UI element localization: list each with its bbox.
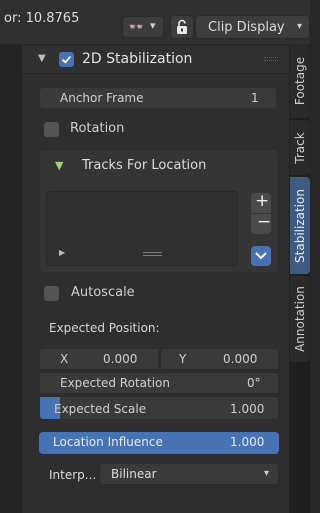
left-strip <box>0 44 22 513</box>
glasses-icon: 👓 <box>128 20 145 35</box>
chevron-down-icon: ▾ <box>264 468 270 479</box>
list-resize-grip[interactable] <box>143 252 162 256</box>
expected-rotation-field[interactable]: Expected Rotation 0° <box>39 372 279 394</box>
drag-handle-icon[interactable] <box>264 57 278 61</box>
tracks-menu-button[interactable] <box>251 246 271 266</box>
rotation-label: Rotation <box>70 121 125 136</box>
tab-track[interactable]: Track <box>289 120 310 175</box>
tab-footage-label: Footage <box>293 56 307 106</box>
triangle-down-icon[interactable]: ▼ <box>55 159 63 172</box>
expected-position-x-field[interactable]: X 0.000 <box>39 348 159 370</box>
chevron-down-icon: ▾ <box>297 21 303 32</box>
stabilization-enable-checkbox[interactable] <box>59 52 74 67</box>
expected-rotation-value: 0° <box>247 376 261 390</box>
panel-title: 2D Stabilization <box>82 51 193 67</box>
minus-icon: − <box>257 212 272 232</box>
interpolate-value: Bilinear <box>111 467 157 481</box>
expected-position-y-field[interactable]: Y 0.000 <box>160 348 279 370</box>
location-influence-slider[interactable]: Location Influence 1.000 <box>39 432 279 454</box>
anchor-frame-value: 1 <box>251 91 259 105</box>
expected-rotation-label: Expected Rotation <box>60 376 170 390</box>
add-track-button[interactable]: + <box>251 191 271 213</box>
interpolate-dropdown[interactable]: Bilinear ▾ <box>99 463 279 485</box>
clip-display-label: Clip Display <box>208 20 285 35</box>
expected-scale-label: Expected Scale <box>54 402 147 416</box>
tab-track-label: Track <box>293 131 307 164</box>
interpolate-label: Interp... <box>49 468 97 482</box>
anchor-frame-field[interactable]: Anchor Frame 1 <box>39 87 277 109</box>
triangle-down-icon[interactable]: ▼ <box>38 53 46 64</box>
chevron-down-icon: ▾ <box>150 19 156 32</box>
view-toggle-dropdown[interactable]: 👓 ▾ <box>122 16 164 38</box>
tab-footage[interactable]: Footage <box>289 44 310 118</box>
autoscale-checkbox[interactable] <box>44 286 59 301</box>
x-value: 0.000 <box>103 352 138 366</box>
location-influence-value: 1.000 <box>230 435 265 449</box>
expected-scale-value: 1.000 <box>230 402 265 416</box>
x-axis-label: X <box>60 352 69 366</box>
lock-button[interactable] <box>170 15 194 39</box>
remove-track-button[interactable]: − <box>251 212 272 234</box>
plus-icon: + <box>255 191 270 211</box>
location-influence-label: Location Influence <box>53 435 163 449</box>
y-value: 0.000 <box>223 352 258 366</box>
tab-annotation[interactable]: Annotation <box>289 276 310 362</box>
y-axis-label: Y <box>179 352 187 366</box>
chevron-down-icon <box>255 252 267 260</box>
tab-stabilization[interactable]: Stabilization <box>289 177 310 274</box>
rotation-checkbox[interactable] <box>44 122 59 137</box>
play-icon[interactable]: ▶ <box>59 248 65 257</box>
tab-stabilization-label: Stabilization <box>293 188 307 263</box>
checkmark-icon <box>61 55 72 64</box>
clip-display-dropdown[interactable]: Clip Display ▾ <box>195 15 310 39</box>
factor-readout: or: 10.8765 <box>4 11 80 26</box>
anchor-frame-label: Anchor Frame <box>60 91 144 105</box>
tracks-list[interactable] <box>46 191 238 266</box>
autoscale-label: Autoscale <box>71 285 135 300</box>
tab-annotation-label: Annotation <box>293 286 307 352</box>
lock-icon <box>177 19 187 34</box>
tracks-for-location-title: Tracks For Location <box>82 158 207 173</box>
expected-position-label: Expected Position: <box>49 321 160 335</box>
